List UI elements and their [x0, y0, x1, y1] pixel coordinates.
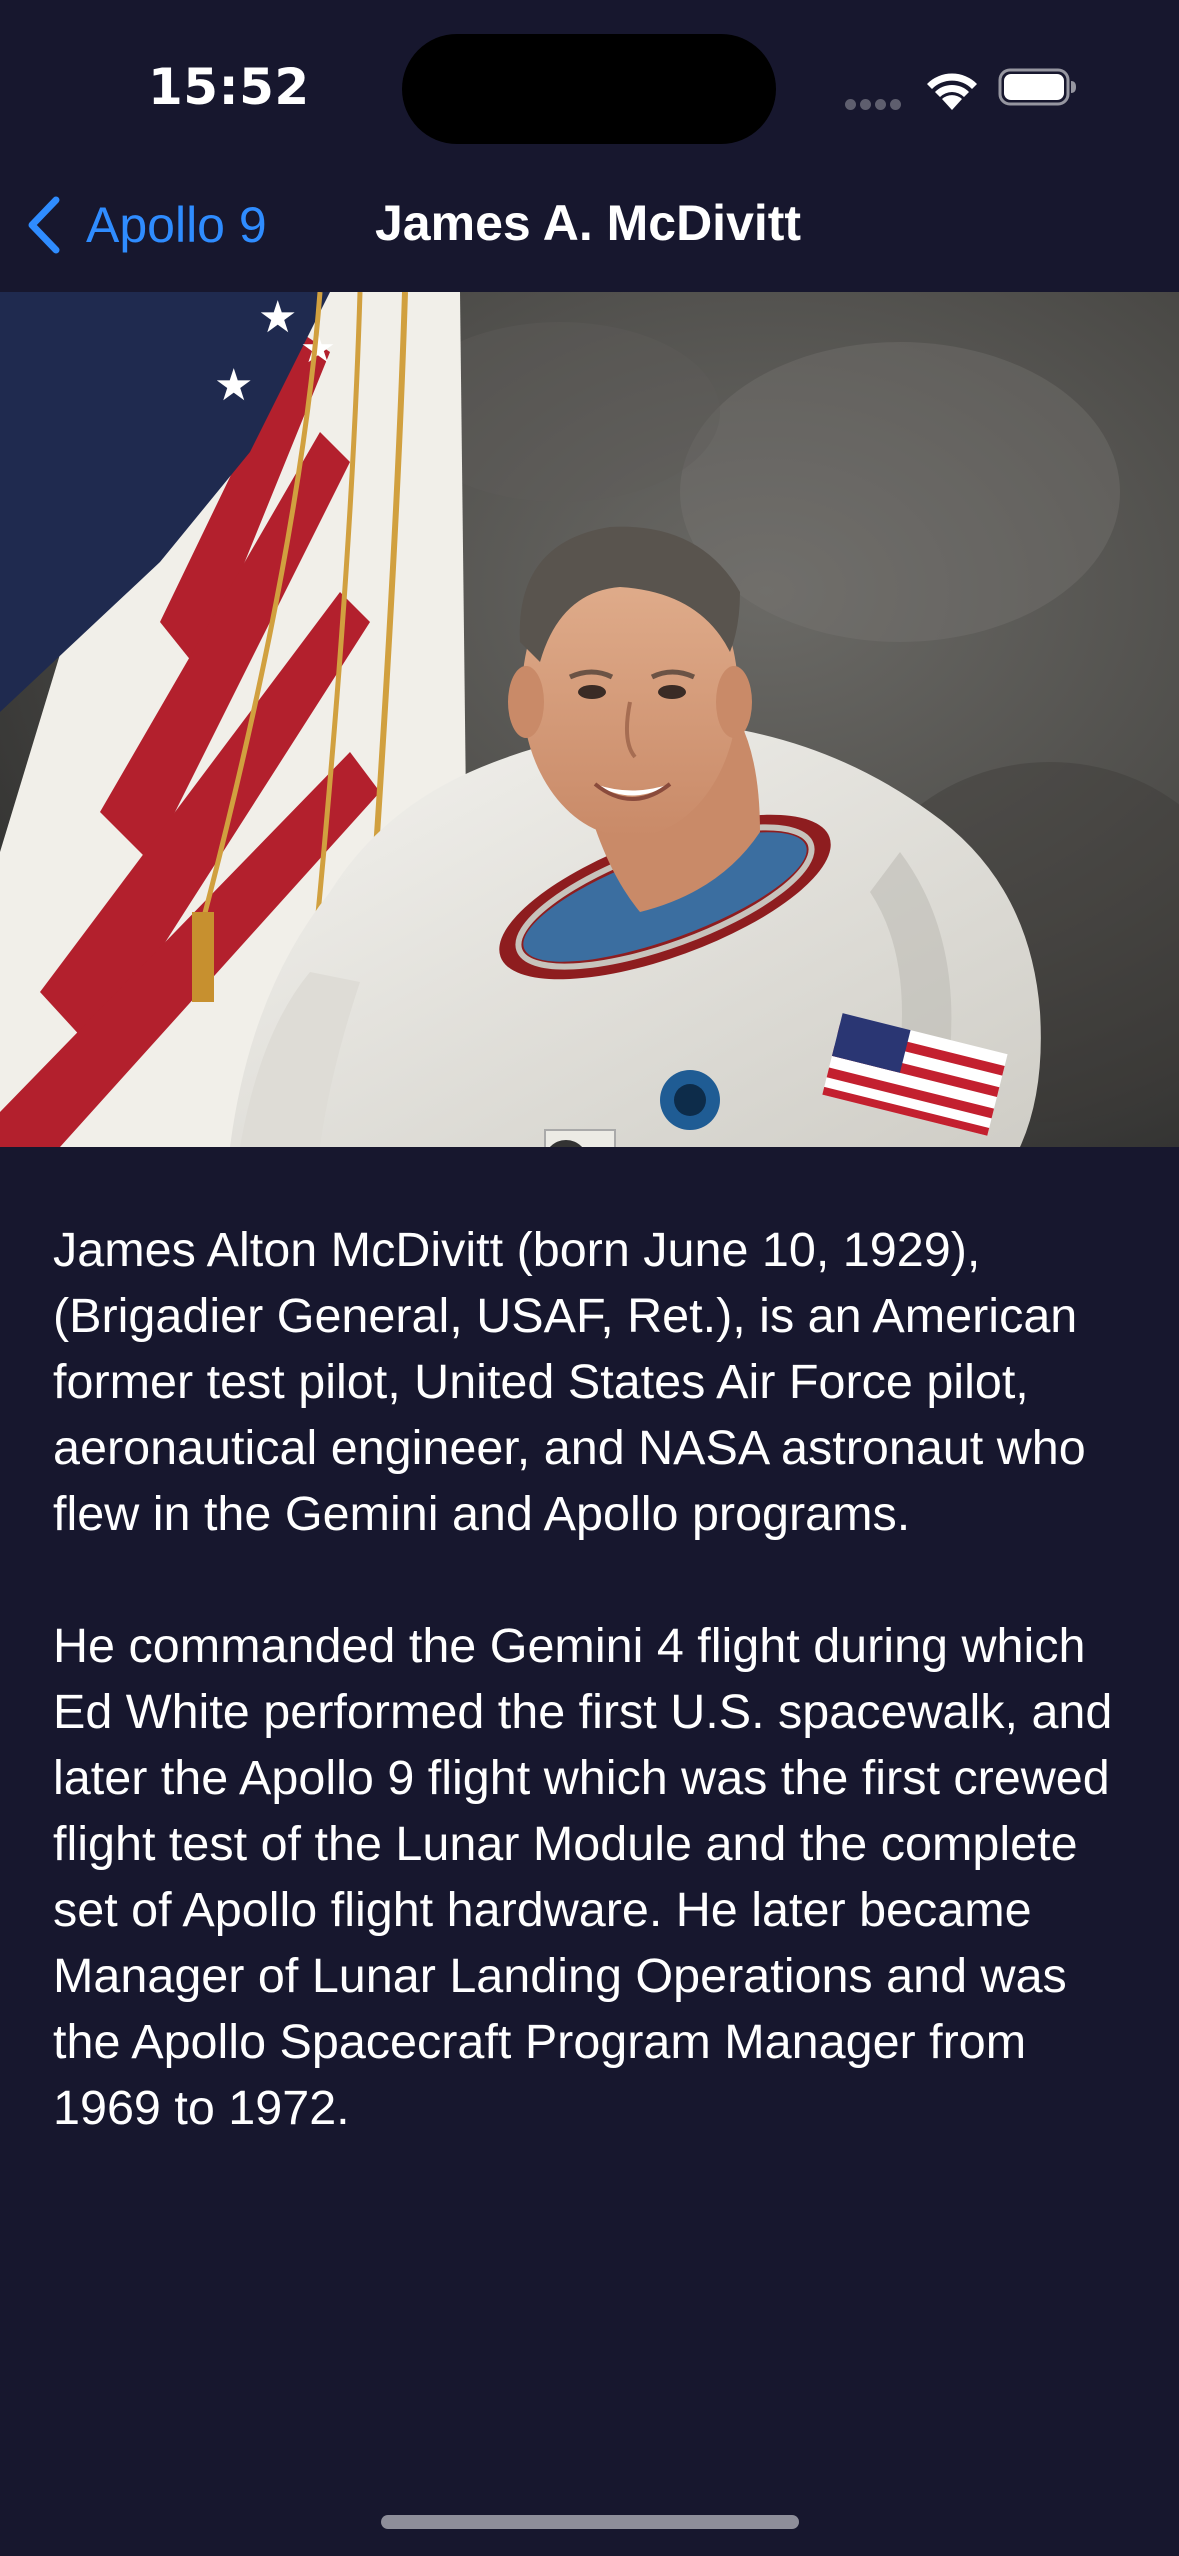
home-indicator[interactable]: [381, 2515, 799, 2529]
screen: 15:52 Apollo 9 James A. McDivitt ★ ★ ★ J…: [0, 0, 1179, 2556]
page-title: James A. McDivitt: [375, 195, 802, 251]
cellular-signal-icon: [845, 95, 905, 110]
back-button-label: Apollo 9: [86, 197, 267, 253]
svg-text:★: ★: [258, 292, 297, 343]
svg-text:★: ★: [214, 360, 253, 411]
astronaut-portrait-image: ★ ★ ★: [0, 292, 1179, 1147]
navigation-bar: Apollo 9 James A. McDivitt: [0, 160, 1179, 292]
biography-text: James Alton McDivitt (born June 10, 1929…: [53, 1217, 1143, 2207]
wifi-icon: [927, 73, 977, 110]
bio-paragraph: He commanded the Gemini 4 flight during …: [53, 1619, 1113, 2135]
astronaut-photo: ★ ★ ★: [0, 292, 1179, 1147]
battery-icon: [998, 68, 1076, 106]
status-time: 15:52: [148, 58, 310, 116]
back-button[interactable]: Apollo 9: [24, 190, 267, 260]
dynamic-island: [402, 34, 776, 144]
status-bar: 15:52: [0, 0, 1179, 160]
bio-paragraph: James Alton McDivitt (born June 10, 1929…: [53, 1223, 1086, 1541]
chevron-left-icon: [28, 196, 60, 254]
